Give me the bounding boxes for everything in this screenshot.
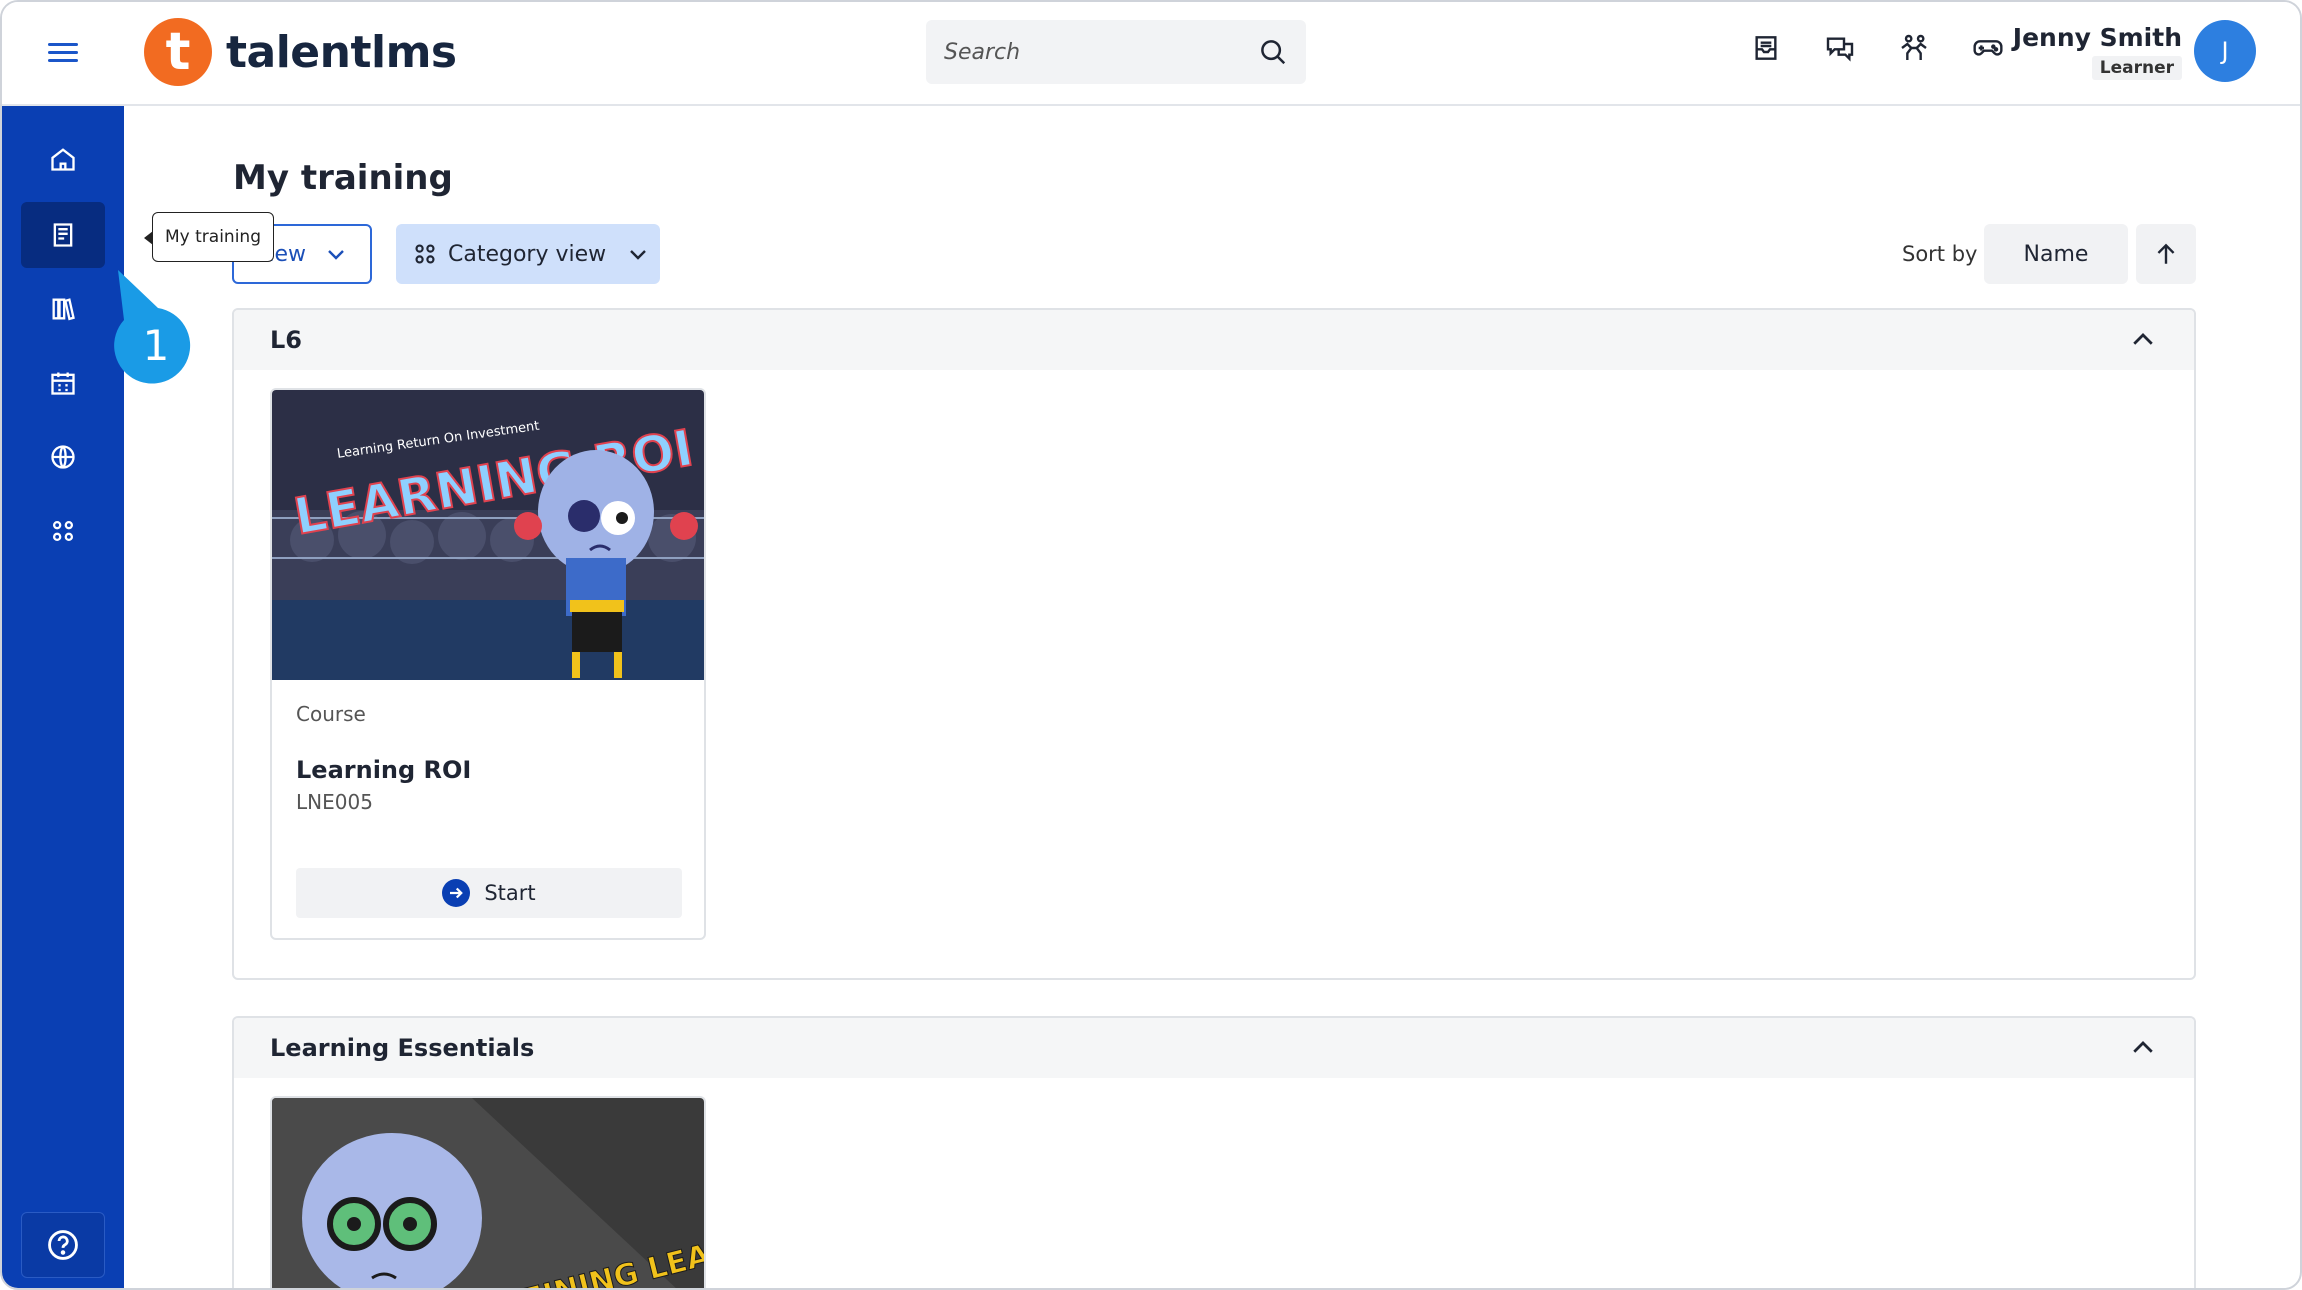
- course-code: LNE005: [296, 790, 373, 814]
- arrow-right-icon: [442, 879, 471, 907]
- skills-icon[interactable]: [1898, 32, 1930, 64]
- category-section: L6 Learning Return On Investment LEARNIN…: [232, 308, 2196, 980]
- chat-icon[interactable]: [1824, 32, 1856, 64]
- chevron-up-icon[interactable]: [2128, 1033, 2158, 1063]
- grid-icon: [415, 244, 435, 264]
- step-badge: 1: [114, 270, 191, 384]
- help-icon: [48, 1230, 78, 1260]
- sidebar-item-catalog[interactable]: [21, 276, 105, 342]
- gamepad-icon[interactable]: [1972, 32, 2004, 64]
- inbox-icon[interactable]: [1750, 32, 1782, 64]
- app-window: t talentlms Jenny Smith Learner J: [0, 0, 2302, 1290]
- sidebar: [2, 106, 124, 1288]
- start-button[interactable]: Start: [296, 868, 682, 918]
- step-badge-number: 1: [143, 321, 170, 370]
- chevron-up-icon[interactable]: [2128, 325, 2158, 355]
- start-button-label: Start: [484, 881, 536, 905]
- catalog-icon: [52, 298, 75, 321]
- sort-field-select[interactable]: Name: [1984, 224, 2128, 284]
- chevron-down-icon: [630, 250, 647, 260]
- my-training-icon: [53, 223, 73, 247]
- sidebar-item-home[interactable]: [21, 126, 105, 192]
- category-view-dropdown[interactable]: Category view: [396, 224, 660, 284]
- globe-icon: [51, 445, 75, 469]
- user-menu[interactable]: Jenny Smith Learner J: [2013, 20, 2256, 82]
- course-thumbnail-art: Learning Return On Investment LEARNING R…: [272, 390, 704, 680]
- help-button[interactable]: [21, 1212, 105, 1278]
- category-view-label: Category view: [448, 241, 607, 267]
- user-role-badge[interactable]: Learner: [2091, 55, 2182, 80]
- tooltip-my-training: My training: [144, 212, 274, 262]
- section-header[interactable]: Learning Essentials: [234, 1018, 2194, 1078]
- category-section: Learning Essentials DEFINING LEARNING OB…: [232, 1016, 2196, 1288]
- course-thumbnail[interactable]: Learning Return On Investment LEARNING R…: [272, 390, 704, 680]
- section-title: L6: [270, 326, 302, 354]
- sort-direction-button[interactable]: [2136, 224, 2196, 284]
- course-card[interactable]: DEFINING LEARNING OBJECTIVES: [270, 1096, 706, 1288]
- logo[interactable]: t talentlms: [144, 16, 457, 88]
- top-bar: t talentlms Jenny Smith Learner J: [2, 2, 2300, 106]
- sidebar-item-calendar[interactable]: [21, 350, 105, 416]
- course-type: Course: [296, 702, 366, 726]
- search-box: [926, 20, 1306, 84]
- page-title: My training: [233, 158, 453, 198]
- course-card[interactable]: Learning Return On Investment LEARNING R…: [270, 388, 706, 940]
- main-content: My training View Category view Sort by N…: [124, 106, 2300, 1288]
- calendar-icon: [51, 372, 75, 395]
- logo-badge: t: [144, 18, 212, 86]
- arrow-up-icon: [2157, 243, 2175, 264]
- home-icon: [51, 148, 75, 171]
- sidebar-item-apps[interactable]: [21, 498, 105, 564]
- menu-icon[interactable]: [48, 38, 78, 68]
- course-title[interactable]: Learning ROI: [296, 756, 471, 784]
- chevron-down-icon: [328, 250, 344, 260]
- course-thumbnail-art: DEFINING LEARNING OBJECTIVES: [272, 1098, 704, 1288]
- course-thumbnail[interactable]: DEFINING LEARNING OBJECTIVES: [272, 1098, 704, 1288]
- user-name: Jenny Smith: [2012, 22, 2182, 52]
- sidebar-item-globe[interactable]: [21, 424, 105, 490]
- logo-text: talentlms: [226, 26, 457, 78]
- search-icon[interactable]: [1258, 37, 1288, 67]
- search-input[interactable]: [944, 39, 1258, 65]
- top-actions: [1750, 32, 2004, 64]
- avatar[interactable]: J: [2194, 20, 2256, 82]
- section-title: Learning Essentials: [270, 1034, 535, 1062]
- sidebar-item-my-training[interactable]: [21, 202, 105, 268]
- section-header[interactable]: L6: [234, 310, 2194, 370]
- apps-icon: [52, 520, 74, 542]
- sort-label: Sort by: [1902, 242, 1978, 266]
